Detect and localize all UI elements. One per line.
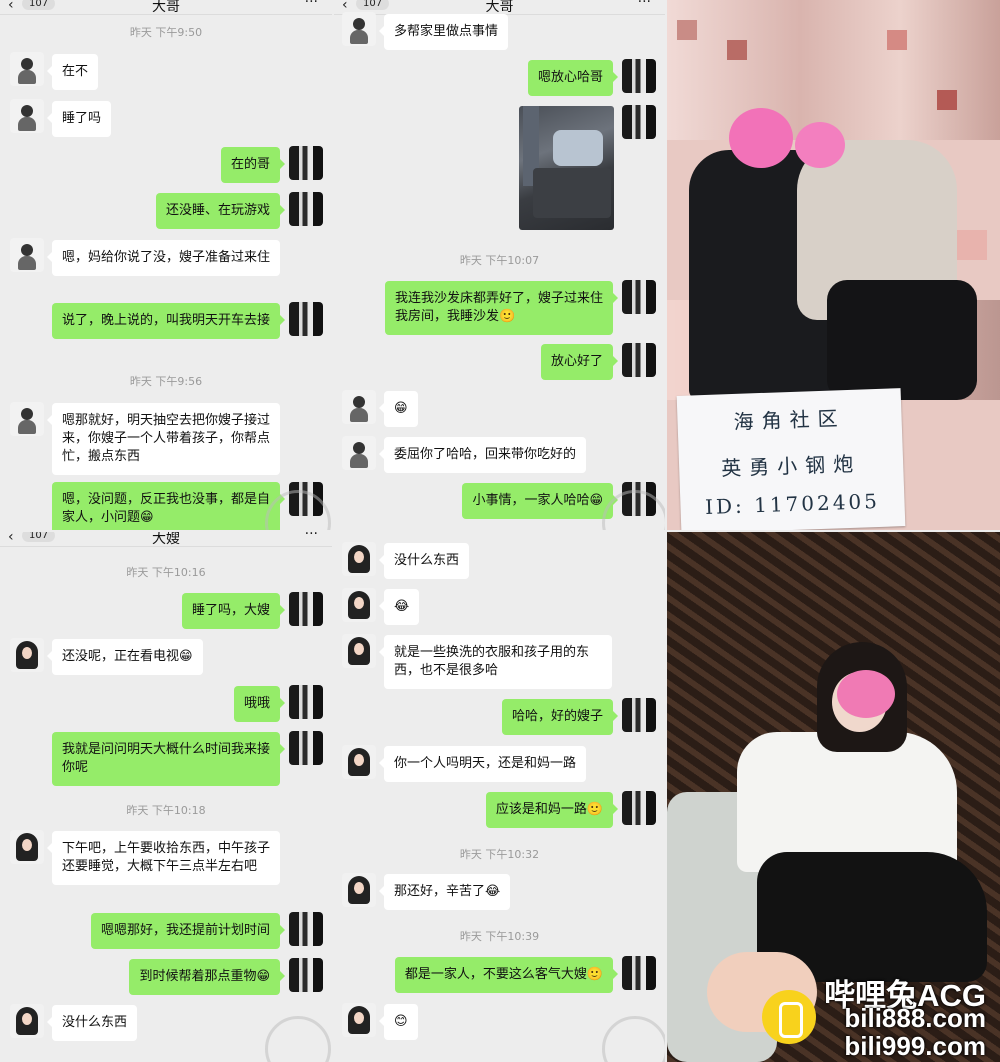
self-avatar[interactable] <box>289 958 323 992</box>
more-options-icon[interactable]: ··· <box>638 0 651 10</box>
brand-url-2: bili999.com <box>844 1031 986 1061</box>
chat-header: ‹ 107 大嫂 ··· <box>0 532 332 547</box>
self-avatar[interactable] <box>622 698 656 732</box>
message-bubble-outgoing: 嗯嗯那好，我还提前计划时间 <box>90 913 286 949</box>
brother-avatar[interactable] <box>10 52 44 86</box>
bunny-logo-icon <box>762 990 816 1044</box>
sister-in-law-avatar[interactable] <box>342 1003 376 1037</box>
message-bubble-outgoing: 我连我沙发床都弄好了，嫂子过来住我房间，我睡沙发🙂 <box>385 281 618 335</box>
self-avatar[interactable] <box>622 791 656 825</box>
brand-url-1: bili888.com <box>844 1003 986 1033</box>
timestamp: 昨天 下午9:56 <box>129 375 203 388</box>
timestamp: 昨天 下午10:16 <box>126 566 206 579</box>
message-bubble-outgoing: 嗯，没问题，反正我也没事，都是自家人，小问题😁 <box>52 482 285 530</box>
brother-avatar[interactable] <box>10 402 44 436</box>
message-bubble-outgoing: 应该是和妈一路🙂 <box>485 792 619 828</box>
message-bubble-outgoing: 到时候帮着那点重物😁 <box>129 959 285 995</box>
face-cover-sticker <box>729 108 793 168</box>
message-bubble-outgoing: 在的哥 <box>220 147 286 183</box>
message-bubble-incoming: 😁 <box>379 391 418 427</box>
self-avatar[interactable] <box>289 302 323 336</box>
message-bubble-outgoing: 放心好了 <box>540 344 619 380</box>
message-bubble-outgoing: 说了，晚上说的，叫我明天开车去接 <box>52 303 285 339</box>
chat-title: 大哥 <box>152 0 180 15</box>
self-avatar[interactable] <box>289 592 323 626</box>
self-avatar[interactable] <box>289 731 323 765</box>
message-bubble-incoming: 多帮家里做点事情 <box>378 14 509 50</box>
message-bubble-incoming: 那还好，辛苦了😂 <box>378 874 511 910</box>
message-bubble-incoming: 睡了吗 <box>46 101 112 137</box>
timestamp: 昨天 下午10:39 <box>459 930 540 943</box>
self-avatar[interactable] <box>289 146 323 180</box>
id-note-card: 海角社区 英勇小钢炮 ID: 11702405 <box>676 388 906 530</box>
chat-panel-big-brother-1: ‹ 107 大哥 ··· 昨天 下午9:50 在不 睡了吗 在的哥 还没睡、在玩… <box>0 0 332 530</box>
face-cover-sticker <box>837 670 895 718</box>
sister-in-law-avatar[interactable] <box>342 745 376 779</box>
sister-in-law-avatar[interactable] <box>10 1004 44 1038</box>
sister-in-law-avatar[interactable] <box>342 634 376 668</box>
brother-avatar[interactable] <box>342 12 376 46</box>
message-bubble-outgoing: 睡了吗，大嫂 <box>181 593 286 629</box>
self-avatar[interactable] <box>289 685 323 719</box>
message-bubble-incoming: 就是一些换洗的衣服和孩子用的东西，也不是很多哈 <box>379 635 612 689</box>
sister-in-law-avatar[interactable] <box>10 638 44 672</box>
message-bubble-outgoing: 嗯放心哈哥 <box>527 60 619 96</box>
face-cover-sticker <box>795 122 845 168</box>
sofa-bed-photo[interactable] <box>519 106 614 230</box>
self-avatar[interactable] <box>622 280 656 314</box>
brother-avatar[interactable] <box>10 238 44 272</box>
chat-panel-big-brother-2: ‹ 107 大哥 ··· 多帮家里做点事情 嗯放心哈哥 昨天 下午10:07 我… <box>334 0 665 530</box>
chat-header: ‹ 107 大哥 ··· <box>334 0 665 15</box>
couple-photo: 海角社区 英勇小钢炮 ID: 11702405 <box>667 0 1000 530</box>
chat-header: ‹ 107 大哥 ··· <box>0 0 332 15</box>
self-avatar[interactable] <box>289 192 323 226</box>
timestamp: 昨天 下午9:50 <box>129 26 203 39</box>
chat-panel-sister-in-law-2: 没什么东西 😂 就是一些换洗的衣服和孩子用的东西，也不是很多哈 哈哈，好的嫂子 … <box>334 532 665 1062</box>
message-bubble-incoming: 😊 <box>379 1004 418 1040</box>
sister-in-law-avatar[interactable] <box>342 873 376 907</box>
message-bubble-incoming: 😂 <box>378 589 420 625</box>
message-bubble-outgoing: 小事情，一家人哈哈😁 <box>462 483 618 519</box>
timestamp: 昨天 下午10:18 <box>126 804 206 817</box>
self-avatar[interactable] <box>622 956 656 990</box>
message-bubble-incoming: 嗯，妈给你说了没，嫂子准备过来住 <box>47 240 280 276</box>
timestamp: 昨天 下午10:07 <box>459 254 540 267</box>
chat-title: 大嫂 <box>152 532 180 547</box>
watermark-stamp <box>265 1016 331 1062</box>
message-bubble-outgoing: 哈哈，好的嫂子 <box>501 699 619 735</box>
message-bubble-incoming: 下午吧，上午要收拾东西，中午孩子还要睡觉，大概下午三点半左右吧 <box>47 831 280 885</box>
message-bubble-outgoing: 哦哦 <box>233 686 286 722</box>
self-avatar[interactable] <box>622 105 656 139</box>
brother-avatar[interactable] <box>342 390 376 424</box>
message-bubble-outgoing: 还没睡、在玩游戏 <box>155 193 286 229</box>
sister-in-law-avatar[interactable] <box>342 542 376 576</box>
message-bubble-outgoing: 都是一家人，不要这么客气大嫂🙂 <box>394 957 619 993</box>
message-bubble-incoming: 委屈你了哈哈，回来带你吃好的 <box>378 437 587 473</box>
self-avatar[interactable] <box>622 343 656 377</box>
message-bubble-incoming: 嗯那就好，明天抽空去把你嫂子接过来，你嫂子一个人带着孩子，你帮点忙，搬点东西 <box>47 403 280 475</box>
watermark-stamp <box>602 1016 665 1062</box>
message-bubble-incoming: 没什么东西 <box>46 1005 138 1041</box>
sister-in-law-avatar[interactable] <box>342 588 376 622</box>
more-options-icon[interactable]: ··· <box>305 0 318 10</box>
message-bubble-outgoing: 我就是问问明天大概什么时间我来接你呢 <box>52 732 285 786</box>
sister-in-law-avatar[interactable] <box>10 830 44 864</box>
self-avatar[interactable] <box>622 59 656 93</box>
message-bubble-incoming: 还没呢，正在看电视😁 <box>47 639 203 675</box>
message-bubble-incoming: 在不 <box>46 54 99 90</box>
brother-avatar[interactable] <box>10 99 44 133</box>
self-avatar[interactable] <box>289 912 323 946</box>
chat-panel-sister-in-law-1: ‹ 107 大嫂 ··· 昨天 下午10:16 睡了吗，大嫂 还没呢，正在看电视… <box>0 532 332 1062</box>
woman-figure <box>737 732 957 872</box>
more-options-icon[interactable]: ··· <box>305 532 318 542</box>
timestamp: 昨天 下午10:32 <box>459 848 540 861</box>
message-bubble-incoming: 你一个人吗明天，还是和妈一路 <box>378 746 587 782</box>
message-bubble-incoming: 没什么东西 <box>378 543 470 579</box>
brother-avatar[interactable] <box>342 436 376 470</box>
